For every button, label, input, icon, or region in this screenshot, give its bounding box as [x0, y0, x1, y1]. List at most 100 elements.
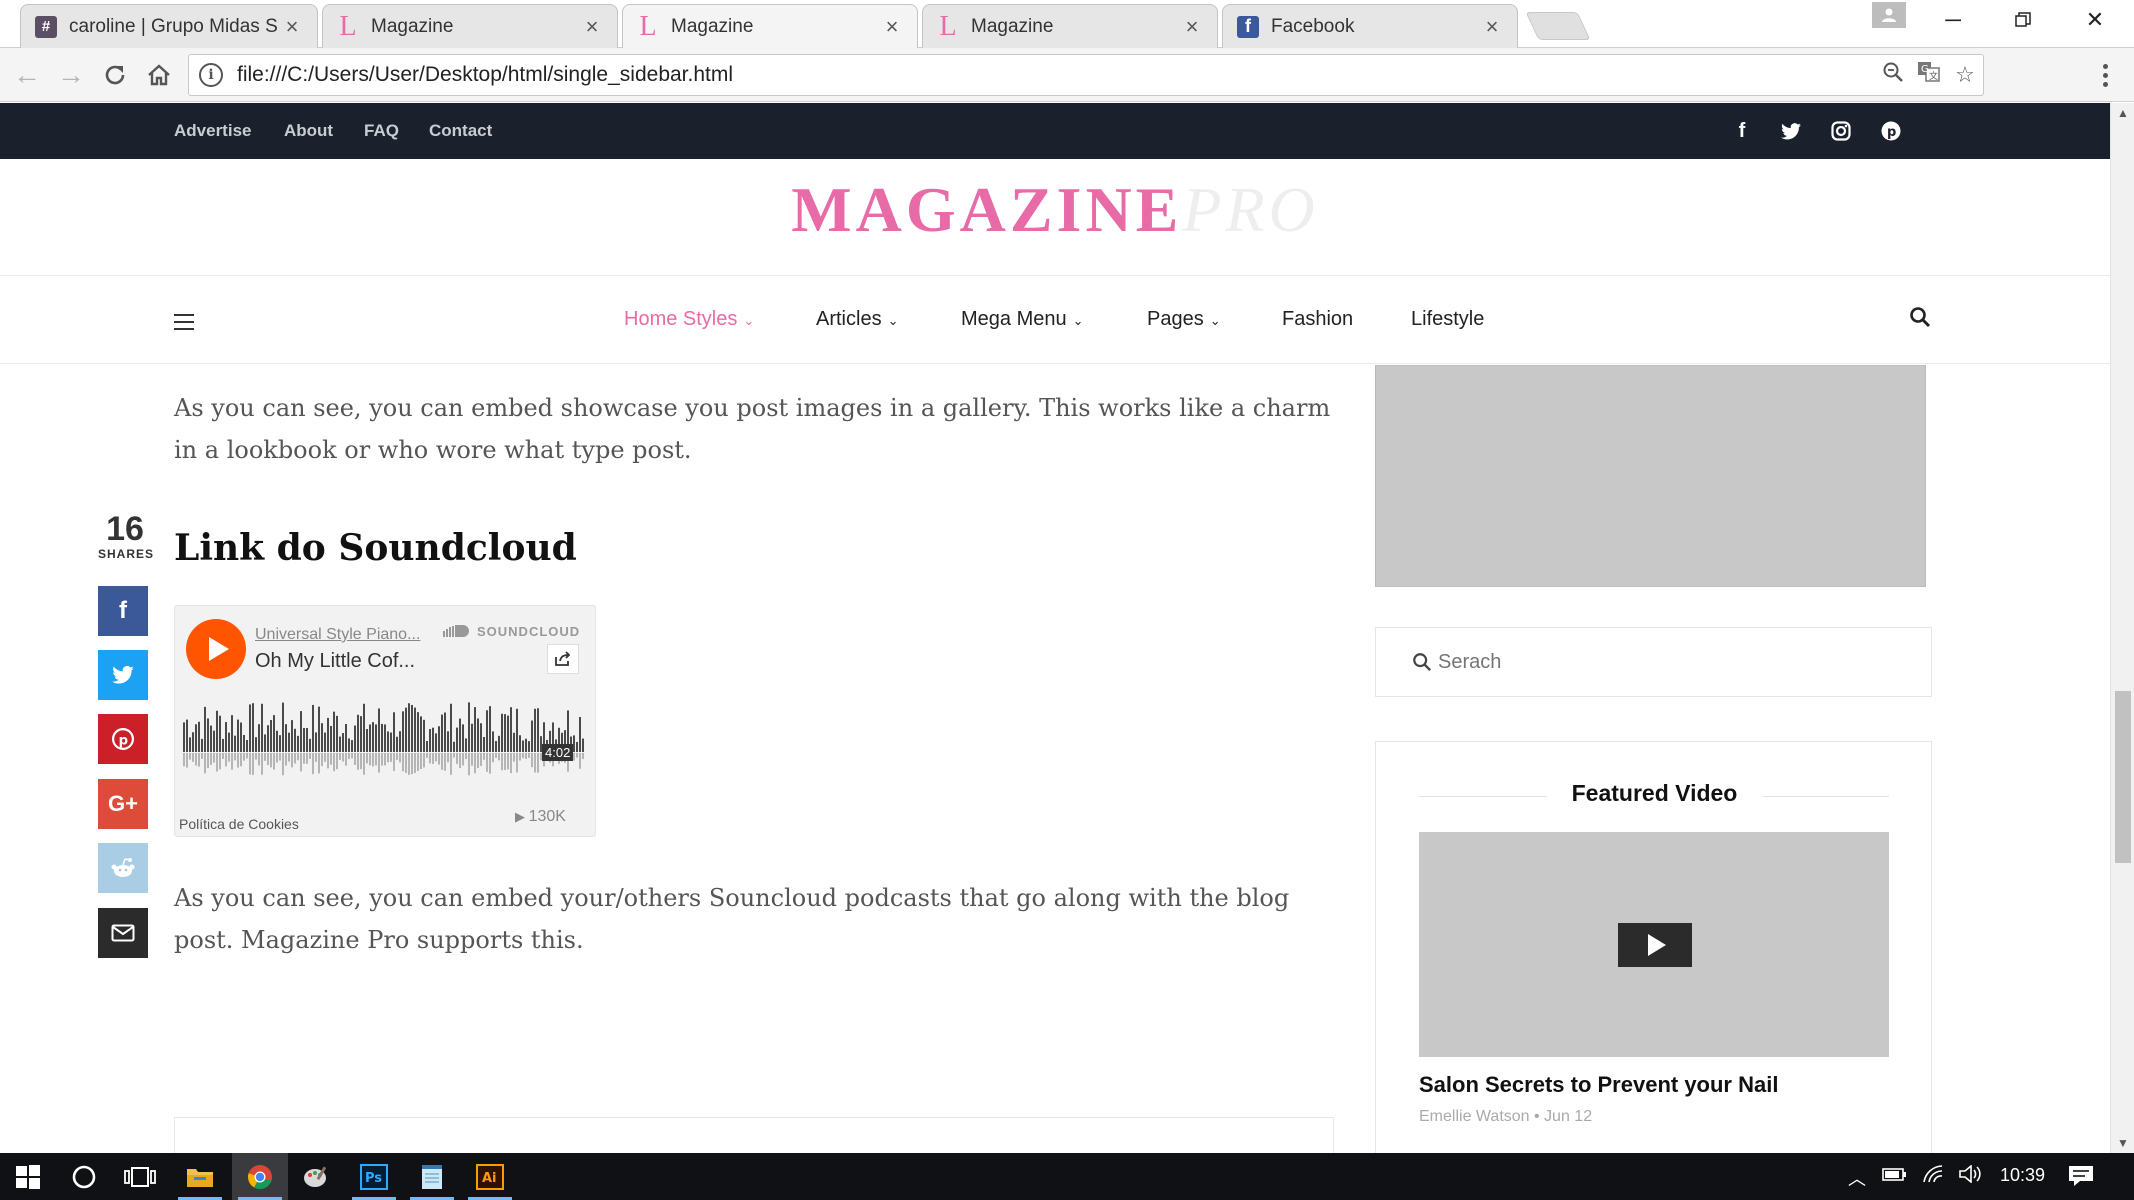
share-twitter-button[interactable]	[98, 650, 148, 700]
back-button[interactable]: ←	[8, 56, 46, 94]
instagram-icon[interactable]	[1826, 118, 1856, 144]
wifi-icon[interactable]	[1922, 1165, 1944, 1188]
new-tab-button[interactable]	[1525, 12, 1591, 40]
soundcloud-cloud-icon	[443, 625, 469, 637]
chrome-icon[interactable]	[232, 1153, 288, 1200]
share-count: 16 SHARES	[98, 511, 153, 561]
nav-item-articles[interactable]: Articles ⌄	[816, 308, 898, 331]
sidebar-search[interactable]	[1375, 627, 1932, 697]
close-icon[interactable]: ×	[881, 14, 903, 40]
browser-tab-2[interactable]: L Magazine ×	[622, 4, 918, 49]
pinterest-icon: p	[112, 728, 134, 750]
close-icon[interactable]: ×	[1181, 14, 1203, 40]
magazine-l-icon: L	[939, 10, 957, 42]
search-icon[interactable]	[1909, 306, 1935, 332]
minimize-button[interactable]: ─	[1918, 0, 1988, 40]
photoshop-icon[interactable]: Ps	[346, 1153, 402, 1200]
browser-toolbar: ← → i file:///C:/Users/User/Desktop/html…	[0, 48, 2134, 102]
top-bar: Advertise About FAQ Contact f p	[0, 103, 2110, 159]
home-button[interactable]	[140, 56, 178, 94]
cookie-policy-link[interactable]: Política de Cookies	[179, 816, 299, 832]
file-explorer-icon[interactable]	[172, 1153, 228, 1200]
share-email-button[interactable]	[98, 908, 148, 958]
facebook-icon: f	[1237, 15, 1259, 38]
user-profile-icon[interactable]	[1872, 2, 1906, 28]
restore-button[interactable]	[1988, 0, 2058, 40]
browser-tab-1[interactable]: L Magazine ×	[322, 4, 618, 48]
hamburger-menu-icon[interactable]	[174, 314, 194, 330]
soundcloud-logo[interactable]: SOUNDCLOUD	[443, 624, 580, 639]
close-icon[interactable]: ×	[281, 14, 303, 40]
action-center-icon[interactable]	[2068, 1165, 2094, 1192]
nav-item-fashion[interactable]: Fashion	[1282, 308, 1353, 331]
facebook-icon[interactable]: f	[1727, 118, 1757, 144]
twitter-icon[interactable]	[1776, 118, 1806, 144]
pinterest-icon[interactable]: p	[1876, 118, 1906, 144]
topbar-link-advertise[interactable]: Advertise	[174, 121, 251, 141]
nav-label: Home Styles	[624, 308, 738, 330]
nav-item-mega-menu[interactable]: Mega Menu ⌄	[961, 308, 1084, 331]
task-view-icon[interactable]	[112, 1153, 168, 1200]
search-icon	[1413, 653, 1432, 672]
nav-item-lifestyle[interactable]: Lifestyle	[1411, 308, 1484, 331]
share-icon[interactable]	[547, 644, 579, 674]
cortana-search-icon[interactable]	[56, 1153, 112, 1200]
share-google-plus-button[interactable]: G+	[98, 779, 148, 829]
browser-menu-icon[interactable]	[2090, 58, 2120, 92]
close-icon[interactable]: ×	[1481, 14, 1503, 40]
illustrator-icon[interactable]: Ai	[462, 1153, 518, 1200]
share-reddit-button[interactable]	[98, 843, 148, 893]
bookmark-star-icon[interactable]: ☆	[1947, 62, 1983, 88]
featured-video-widget: Featured Video Salon Secrets to Prevent …	[1375, 741, 1932, 1153]
svg-text:文: 文	[1929, 70, 1938, 82]
svg-text:p: p	[119, 734, 128, 749]
forward-button[interactable]: →	[52, 56, 90, 94]
chevron-down-icon: ⌄	[743, 313, 755, 328]
zoom-icon[interactable]	[1875, 61, 1911, 89]
page-scrollbar[interactable]: ▲ ▼	[2110, 103, 2134, 1153]
battery-icon[interactable]	[1882, 1165, 1908, 1188]
windows-start-icon[interactable]	[0, 1153, 56, 1200]
sidebar-search-input[interactable]	[1438, 650, 1703, 674]
browser-tab-3[interactable]: L Magazine ×	[922, 4, 1218, 48]
topbar-link-faq[interactable]: FAQ	[364, 121, 399, 141]
video-thumbnail[interactable]	[1419, 832, 1889, 1057]
share-facebook-button[interactable]: f	[98, 586, 148, 636]
play-icon	[1648, 934, 1666, 956]
nav-item-home-styles[interactable]: Home Styles ⌄	[624, 308, 754, 331]
soundcloud-track-title[interactable]: Oh My Little Cof...	[255, 650, 415, 673]
scrollbar-thumb[interactable]	[2115, 691, 2131, 863]
share-pinterest-button[interactable]: p	[98, 714, 148, 764]
reload-button[interactable]	[96, 56, 134, 94]
volume-icon[interactable]	[1958, 1164, 1984, 1188]
browser-tab-0[interactable]: # caroline | Grupo Midas S ×	[20, 4, 318, 48]
tab-title: Magazine	[371, 15, 454, 37]
nav-item-pages[interactable]: Pages ⌄	[1147, 308, 1221, 331]
paint-app-icon[interactable]	[288, 1153, 344, 1200]
browser-tab-4[interactable]: f Facebook ×	[1222, 4, 1518, 48]
taskbar-clock[interactable]: 10:39	[2000, 1165, 2045, 1186]
soundcloud-player: Universal Style Piano... Oh My Little Co…	[174, 605, 596, 837]
nav-label: Articles	[816, 308, 882, 330]
address-bar[interactable]: i file:///C:/Users/User/Desktop/html/sin…	[188, 54, 1984, 96]
topbar-link-contact[interactable]: Contact	[429, 121, 492, 141]
site-logo[interactable]: MAGAZINEPRO	[0, 173, 2110, 247]
scroll-up-arrow[interactable]: ▲	[2111, 103, 2134, 123]
tab-title: Facebook	[1271, 15, 1355, 37]
close-window-button[interactable]: ✕	[2060, 0, 2130, 40]
widget-title: Featured Video	[1571, 780, 1738, 806]
play-button[interactable]	[186, 619, 246, 679]
tray-chevron-up-icon[interactable]: ︿	[1848, 1165, 1866, 1191]
notepad-icon[interactable]	[404, 1153, 460, 1200]
topbar-link-about[interactable]: About	[284, 121, 333, 141]
close-icon[interactable]: ×	[581, 14, 603, 40]
info-icon[interactable]: i	[199, 63, 223, 87]
svg-text:G: G	[1921, 64, 1929, 75]
video-title-link[interactable]: Salon Secrets to Prevent your Nail	[1419, 1072, 1778, 1098]
scroll-down-arrow[interactable]: ▼	[2111, 1133, 2134, 1153]
video-play-button[interactable]	[1618, 923, 1692, 967]
waveform[interactable]	[183, 694, 587, 786]
translate-icon[interactable]: G文	[1911, 61, 1947, 89]
svg-text:Ai: Ai	[482, 1171, 497, 1186]
soundcloud-artist-link[interactable]: Universal Style Piano...	[255, 626, 420, 644]
